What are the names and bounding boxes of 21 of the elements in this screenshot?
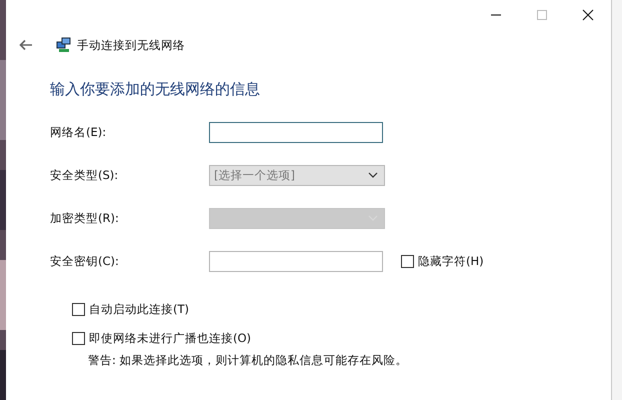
checkbox[interactable] <box>72 332 85 345</box>
field-label: 安全类型(S): <box>50 168 120 182</box>
checkbox-label: 即使网络未进行广播也连接(O) <box>89 331 252 346</box>
maximize-icon <box>536 9 548 21</box>
window-title: 手动连接到无线网络 <box>77 38 185 52</box>
page-heading: 输入你要添加的无线网络的信息 <box>50 80 261 99</box>
checkbox-label: 隐藏字符(H) <box>418 254 484 268</box>
warning-text: 警告: 如果选择此选项，则计算机的隐私信息可能存在风险。 <box>88 353 409 368</box>
back-button[interactable] <box>19 39 33 51</box>
close-icon <box>582 9 594 21</box>
input-field[interactable] <box>209 122 383 142</box>
network-icon <box>56 37 72 53</box>
caret-icon <box>368 172 378 178</box>
checkbox[interactable] <box>72 303 85 316</box>
field-label: 安全密钥(C): <box>50 254 120 268</box>
checkbox[interactable] <box>401 254 414 268</box>
field-label: 网络名(E): <box>50 124 108 140</box>
input-field[interactable] <box>209 250 383 272</box>
checkbox-label: 自动启动此连接(T) <box>89 302 189 317</box>
field-label: 加密类型(R): <box>50 210 120 226</box>
dropdown[interactable]: [选择一个选项] <box>209 164 385 186</box>
